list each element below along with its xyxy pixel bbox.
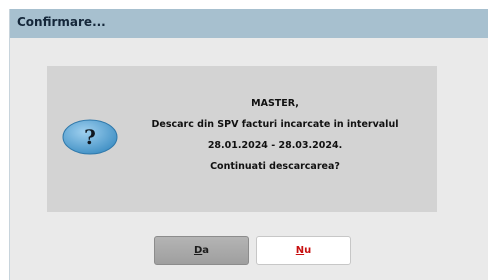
message-line-interval: 28.01.2024 - 28.03.2024.: [207, 140, 343, 151]
window-title: Confirmare...: [17, 15, 106, 29]
no-button-accelerator: N: [295, 245, 305, 256]
no-button[interactable]: Nu: [256, 236, 351, 265]
question-icon: ?: [62, 119, 118, 155]
confirm-dialog-window: Confirmare... ? MASTER, Descarc din SPV …: [9, 9, 488, 280]
title-bar[interactable]: Confirmare...: [10, 9, 488, 38]
message-line-addressee: MASTER,: [251, 98, 299, 109]
confirm-message: MASTER, Descarc din SPV facturi incarcat…: [143, 93, 407, 177]
yes-button[interactable]: Da: [154, 236, 249, 265]
yes-button-label-rest: a: [202, 245, 210, 256]
message-panel: ? MASTER, Descarc din SPV facturi incarc…: [47, 66, 437, 212]
question-mark-glyph: ?: [84, 125, 96, 149]
no-button-label-rest: u: [304, 245, 312, 256]
message-line-question: Continuati descarcarea?: [210, 161, 340, 172]
message-line-action: Descarc din SPV facturi incarcate in int…: [151, 119, 399, 130]
